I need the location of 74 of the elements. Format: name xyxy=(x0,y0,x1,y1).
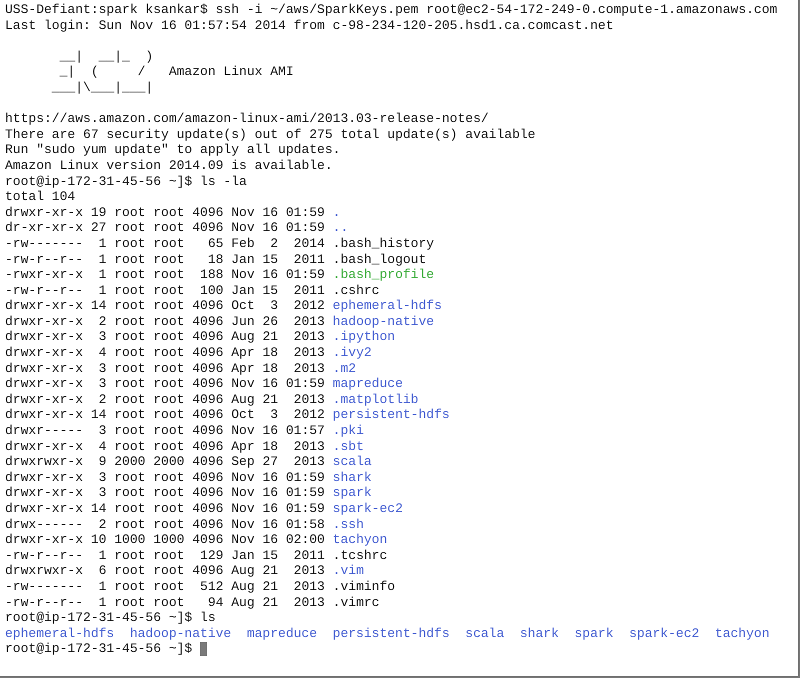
file-name: spark-ec2 xyxy=(332,501,403,517)
file-name: tachyon xyxy=(332,532,388,548)
output-line: Last login: Sun Nov 16 01:57:54 2014 from c-98-234-120-205.hsd1.ca.comcast.net xyxy=(5,18,614,34)
file-name: spark-ec2 xyxy=(629,626,700,642)
file-details: drwxr-xr-x 3 root root 4096 Nov 16 01:59 xyxy=(5,470,325,486)
file-name: .bash_logout xyxy=(332,252,426,268)
file-name: hadoop-native xyxy=(130,626,232,642)
file-name: .ivy2 xyxy=(332,345,372,361)
command-prompt: root@ip-172-31-45-56 ~]$ ls -la xyxy=(5,174,247,190)
file-name: tachyon xyxy=(714,626,770,642)
file-details: drwxrwxr-x 9 2000 2000 4096 Sep 27 2013 xyxy=(5,454,325,470)
file-name: mapreduce xyxy=(332,376,403,392)
file-name: .bash_history xyxy=(332,236,434,252)
file-details: drwxr-xr-x 2 root root 4096 Aug 21 2013 xyxy=(5,392,325,408)
file-details: -rw-r--r-- 1 root root 18 Jan 15 2011 xyxy=(5,252,325,268)
file-details: drwxr-xr-x 10 1000 1000 4096 Nov 16 02:00 xyxy=(5,532,325,548)
file-name: .pki xyxy=(332,423,364,439)
file-name: .vim xyxy=(332,563,364,579)
file-details: drwxr-xr-x 14 root root 4096 Nov 16 01:59 xyxy=(5,501,325,517)
file-details: -rw-r--r-- 1 root root 94 Aug 21 2013 xyxy=(5,594,325,610)
file-details: drwxr-xr-x 4 root root 4096 Apr 18 2013 xyxy=(5,438,325,454)
file-name: persistent-hdfs xyxy=(332,407,450,424)
file-name: .cshrc xyxy=(332,282,380,298)
file-name: .tcshrc xyxy=(332,548,388,564)
file-details: drwxr-xr-x 2 root root 4096 Jun 26 2013 xyxy=(5,314,325,330)
command-prompt: root@ip-172-31-45-56 ~]$ xyxy=(5,641,194,657)
file-details: drwxr-xr-x 14 root root 4096 Oct 3 2012 xyxy=(5,298,325,314)
output-line: There are 67 security update(s) out of 275 total update(s) available xyxy=(5,126,536,142)
ascii-art-line: __| __|_ ) xyxy=(58,48,154,64)
file-name: .m2 xyxy=(332,360,356,376)
file-name: shark xyxy=(332,470,372,486)
file-details: drwxr-xr-x 4 root root 4096 Apr 18 2013 xyxy=(5,345,325,361)
file-name: mapreduce xyxy=(246,626,318,642)
file-details: drwxr-xr-x 3 root root 4096 Nov 16 01:59 xyxy=(5,376,325,392)
command-prompt: root@ip-172-31-45-56 ~]$ ls xyxy=(5,610,216,626)
file-name: .vimrc xyxy=(332,594,380,610)
output-line: https://aws.amazon.com/amazon-linux-ami/2013.03-release-notes/ xyxy=(5,111,489,127)
file-details: drwxr-xr-x 19 root root 4096 Nov 16 01:59 xyxy=(5,204,325,220)
file-name: spark xyxy=(574,626,614,642)
file-name: scala xyxy=(465,626,504,642)
file-name: .sbt xyxy=(332,438,364,454)
file-details: drwxr-xr-x 3 root root 4096 Aug 21 2013 xyxy=(5,329,325,346)
file-name: .ssh xyxy=(332,516,364,532)
file-name: ephemeral-hdfs xyxy=(332,298,442,314)
output-line: total 104 xyxy=(5,189,76,205)
file-name: .bash_profile xyxy=(332,267,434,283)
file-name: .ipython xyxy=(332,329,396,346)
file-details: drwxr-xr-x 3 root root 4096 Apr 18 2013 xyxy=(5,360,325,376)
file-details: drwxr-xr-x 3 root root 4096 Nov 16 01:59 xyxy=(5,485,325,501)
file-name: .viminfo xyxy=(332,578,396,595)
file-details: -rw-r--r-- 1 root root 129 Jan 15 2011 xyxy=(5,548,325,564)
file-name: .matplotlib xyxy=(332,392,418,408)
output-line: USS-Defiant:spark ksankar$ ssh -i ~/aws/SparkKeys.pem root@ec2-54-172-249-0.compute-1.amazonaws.com xyxy=(5,2,778,18)
file-details: -rw-r--r-- 1 root root 100 Jan 15 2011 xyxy=(5,282,325,298)
file-name: .. xyxy=(332,220,348,236)
file-name: ephemeral-hdfs xyxy=(5,626,114,642)
output-line: Amazon Linux version 2014.09 is available. xyxy=(5,158,333,174)
ascii-art-line: ___|\___|___| xyxy=(50,80,154,96)
file-name: hadoop-native xyxy=(332,314,434,330)
file-name: scala xyxy=(332,454,372,470)
file-name: spark xyxy=(332,485,372,501)
file-details: drwx------ 2 root root 4096 Nov 16 01:58 xyxy=(5,516,325,532)
ascii-art-line: _| ( / Amazon Linux AMI xyxy=(58,64,294,80)
file-details: drwxr----- 3 root root 4096 Nov 16 01:57 xyxy=(5,423,325,439)
file-details: drwxrwxr-x 6 root root 4096 Aug 21 2013 xyxy=(5,563,325,579)
file-details: drwxr-xr-x 14 root root 4096 Oct 3 2012 xyxy=(5,407,325,424)
file-details: -rw------- 1 root root 512 Aug 21 2013 xyxy=(5,578,325,595)
file-details: dr-xr-xr-x 27 root root 4096 Nov 16 01:59 xyxy=(5,220,325,236)
file-details: -rw------- 1 root root 65 Feb 2 2014 xyxy=(5,236,325,252)
file-name: persistent-hdfs xyxy=(332,626,450,642)
file-name: . xyxy=(332,204,340,220)
file-name: shark xyxy=(520,626,559,642)
file-details: -rwxr-xr-x 1 root root 188 Nov 16 01:59 xyxy=(5,267,325,283)
output-line: Run "sudo yum update" to apply all updates. xyxy=(5,142,340,158)
